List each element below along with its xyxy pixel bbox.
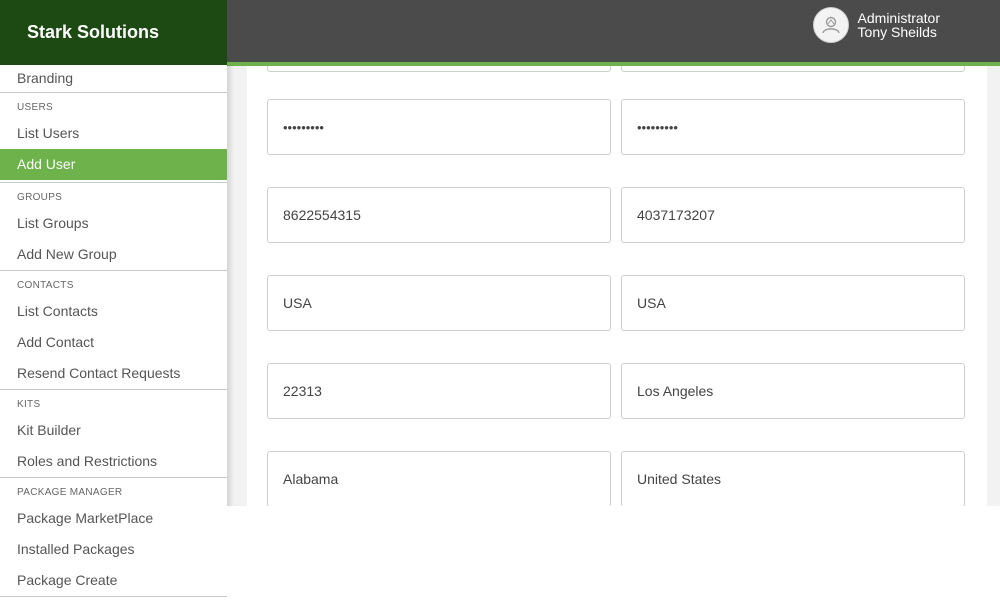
- sidebar-divider: [0, 596, 227, 597]
- country-1-value: USA: [283, 295, 312, 311]
- top-bar: Administrator Tony Sheilds: [227, 0, 1000, 62]
- blank-area: [227, 506, 1000, 600]
- user-form-panel: ••••••••• ••••••••• 8622554315 403717320…: [247, 66, 987, 506]
- sidebar-item-list-contacts[interactable]: List Contacts: [0, 296, 227, 327]
- password-field[interactable]: •••••••••: [267, 99, 611, 155]
- sidebar-item-add-new-group[interactable]: Add New Group: [0, 239, 227, 270]
- sidebar-item-add-user[interactable]: Add User: [0, 149, 227, 180]
- sidebar-item-label: List Users: [17, 125, 80, 141]
- sidebar-item-label: Package Create: [17, 572, 118, 588]
- sidebar-item-package-marketplace[interactable]: Package MarketPlace: [0, 503, 227, 534]
- sidebar-item-resend-contact-requests[interactable]: Resend Contact Requests: [0, 358, 227, 389]
- phone-field[interactable]: 8622554315: [267, 187, 611, 243]
- mobile-value: 4037173207: [637, 207, 715, 223]
- sidebar-item-kit-builder[interactable]: Kit Builder: [0, 415, 227, 446]
- city-field[interactable]: Los Angeles: [621, 363, 965, 419]
- zip-field[interactable]: 22313: [267, 363, 611, 419]
- sidebar-item-label: List Contacts: [17, 303, 98, 319]
- brand-name: Stark Solutions: [27, 22, 160, 42]
- country-2-value: USA: [637, 295, 666, 311]
- sidebar-section-groups: GROUPS: [17, 192, 63, 203]
- sidebar-item-label: Kit Builder: [17, 422, 81, 438]
- sidebar-item-label: Resend Contact Requests: [17, 365, 181, 381]
- sidebar-section-contacts: CONTACTS: [17, 280, 74, 291]
- brand-logo[interactable]: Stark Solutions: [0, 0, 227, 65]
- sidebar-item-label: Add User: [17, 156, 76, 172]
- country-name-value: United States: [637, 471, 722, 487]
- sidebar-item-package-create[interactable]: Package Create: [0, 565, 227, 596]
- phone-value: 8622554315: [283, 207, 361, 223]
- field-partial-left[interactable]: [267, 66, 611, 72]
- sidebar-item-label: Add Contact: [17, 334, 95, 350]
- sidebar-item-list-groups[interactable]: List Groups: [0, 208, 227, 239]
- country-field-2[interactable]: USA: [621, 275, 965, 331]
- sidebar-item-roles-and-restrictions[interactable]: Roles and Restrictions: [0, 446, 227, 477]
- sidebar-shadow: [227, 65, 234, 506]
- sidebar-section-package-manager: PACKAGE MANAGER: [17, 487, 123, 498]
- state-field[interactable]: Alabama: [267, 451, 611, 506]
- user-avatar-icon[interactable]: [812, 7, 849, 43]
- mobile-field[interactable]: 4037173207: [621, 187, 965, 243]
- city-value: Los Angeles: [637, 383, 714, 399]
- sidebar-item-label: Add New Group: [17, 246, 117, 262]
- user-menu[interactable]: Administrator Tony Sheilds: [812, 6, 940, 44]
- field-partial-right[interactable]: [621, 66, 965, 72]
- sidebar-item-add-contact[interactable]: Add Contact: [0, 327, 227, 358]
- country-name-field[interactable]: United States: [621, 451, 965, 506]
- sidebar-section-users: USERS: [17, 102, 53, 113]
- user-name: Tony Sheilds: [857, 24, 937, 40]
- sidebar-item-branding[interactable]: Branding: [0, 65, 227, 92]
- sidebar-item-label: Roles and Restrictions: [17, 453, 158, 469]
- state-value: Alabama: [283, 471, 339, 487]
- zip-value: 22313: [283, 383, 322, 399]
- confirm-password-field[interactable]: •••••••••: [621, 99, 965, 155]
- sidebar-item-label: List Groups: [17, 215, 89, 231]
- sidebar-item-installed-packages[interactable]: Installed Packages: [0, 534, 227, 565]
- sidebar-item-list-users[interactable]: List Users: [0, 118, 227, 149]
- sidebar-item-label: Package MarketPlace: [17, 510, 154, 526]
- sidebar-item-label: Branding: [17, 70, 74, 86]
- sidebar: Branding USERS List Users Add User GROUP…: [0, 65, 227, 600]
- country-field-1[interactable]: USA: [267, 275, 611, 331]
- confirm-password-value: •••••••••: [637, 119, 678, 135]
- sidebar-section-kits: KITS: [17, 399, 41, 410]
- password-value: •••••••••: [283, 119, 324, 135]
- sidebar-item-label: Installed Packages: [17, 541, 135, 557]
- user-role: Administrator: [857, 10, 940, 26]
